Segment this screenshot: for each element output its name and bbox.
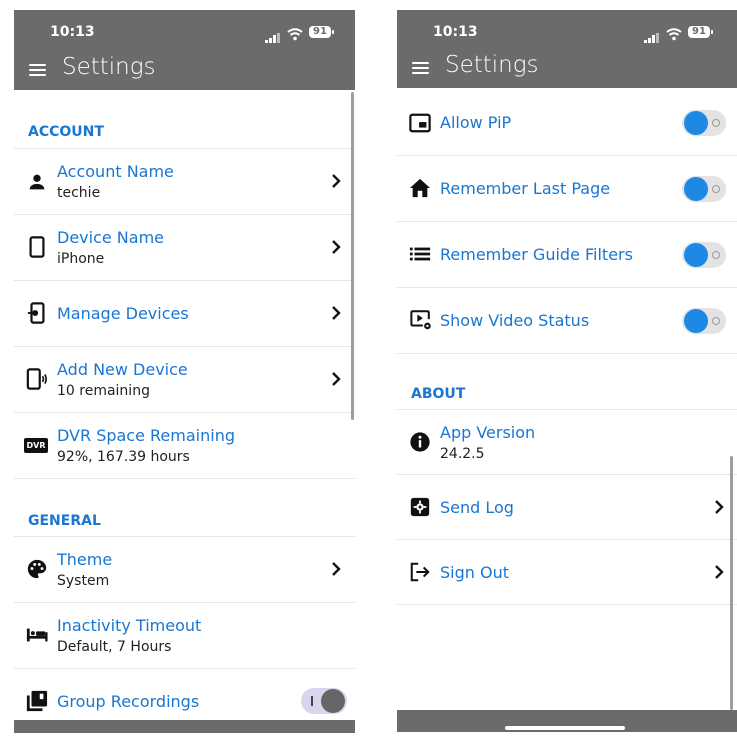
- dvr-space-value: 92%, 167.39 hours: [57, 449, 190, 465]
- bed-icon: [26, 624, 48, 646]
- show-video-status-toggle[interactable]: [682, 308, 726, 334]
- sign-out-label: Sign Out: [440, 563, 509, 582]
- chevron-right-icon: [331, 305, 341, 321]
- allow-pip-label: Allow PiP: [440, 113, 512, 132]
- hamburger-menu-icon[interactable]: [412, 62, 429, 77]
- add-new-device-value: 10 remaining: [57, 383, 150, 399]
- remember-last-page-toggle[interactable]: [682, 176, 726, 202]
- dvr-space-label: DVR Space Remaining: [57, 426, 235, 445]
- smartphone-icon: [26, 236, 48, 258]
- device-name-row[interactable]: Device Name iPhone: [14, 215, 355, 281]
- home-icon: [409, 177, 431, 199]
- allow-pip-row: Allow PiP: [397, 90, 737, 156]
- cellular-signal-icon: [265, 28, 281, 47]
- right-phone-screen: 10:13 91 Settings Allow PiP Remember Las…: [397, 10, 737, 732]
- bottom-bar: [14, 720, 355, 733]
- dvr-space-row: DVR DVR Space Remaining 92%, 167.39 hour…: [14, 413, 355, 479]
- status-time: 10:13: [433, 24, 478, 40]
- theme-label: Theme: [57, 550, 113, 569]
- home-bar: [397, 710, 737, 732]
- chevron-right-icon: [331, 173, 341, 189]
- chevron-right-icon: [331, 239, 341, 255]
- wifi-icon: [666, 26, 682, 45]
- app-version-label: App Version: [440, 423, 536, 442]
- account-name-label: Account Name: [57, 162, 174, 181]
- section-general-heading: GENERAL: [28, 513, 101, 529]
- person-icon: [26, 171, 48, 193]
- theme-value: System: [57, 573, 110, 589]
- chevron-right-icon: [331, 561, 341, 577]
- dvr-icon: DVR: [24, 438, 48, 453]
- home-indicator[interactable]: [505, 726, 625, 730]
- section-account-heading: ACCOUNT: [28, 124, 104, 140]
- phone-settings-icon: [26, 302, 48, 324]
- chevron-right-icon: [714, 564, 724, 580]
- allow-pip-toggle[interactable]: [682, 110, 726, 136]
- scrollbar[interactable]: [730, 456, 733, 710]
- left-phone-screen: 10:13 91 Settings ACCOUNT Account Name t…: [14, 10, 355, 733]
- chevron-right-icon: [331, 371, 341, 387]
- device-name-label: Device Name: [57, 228, 165, 247]
- account-name-row[interactable]: Account Name techie: [14, 149, 355, 215]
- app-header: 10:13 91 Settings: [397, 10, 737, 88]
- group-recordings-toggle[interactable]: [301, 688, 347, 714]
- sign-out-icon: [409, 561, 431, 583]
- palette-icon: [26, 558, 48, 580]
- remember-last-page-row: Remember Last Page: [397, 156, 737, 222]
- video-settings-icon: [409, 309, 433, 331]
- section-about-heading: ABOUT: [411, 386, 466, 402]
- scrollbar[interactable]: [351, 92, 354, 420]
- sign-out-row[interactable]: Sign Out: [397, 540, 737, 605]
- remember-last-page-label: Remember Last Page: [440, 179, 611, 198]
- log-settings-icon: [409, 496, 431, 518]
- send-log-row[interactable]: Send Log: [397, 475, 737, 540]
- device-add-icon: [26, 368, 48, 390]
- send-log-label: Send Log: [440, 498, 514, 517]
- manage-devices-row[interactable]: Manage Devices: [14, 281, 355, 347]
- remember-guide-filters-toggle[interactable]: [682, 242, 726, 268]
- remember-guide-filters-label: Remember Guide Filters: [440, 245, 633, 264]
- inactivity-timeout-label: Inactivity Timeout: [57, 616, 202, 635]
- hamburger-menu-icon[interactable]: [29, 64, 46, 79]
- battery-icon: 91: [309, 26, 334, 38]
- remember-guide-filters-row: Remember Guide Filters: [397, 222, 737, 288]
- show-video-status-row: Show Video Status: [397, 288, 737, 354]
- page-title: Settings: [62, 54, 156, 80]
- status-time: 10:13: [50, 24, 95, 40]
- inactivity-timeout-value: Default, 7 Hours: [57, 639, 172, 655]
- show-video-status-label: Show Video Status: [440, 311, 590, 330]
- account-name-value: techie: [57, 185, 101, 201]
- app-version-value: 24.2.5: [440, 446, 485, 462]
- library-icon: [26, 690, 48, 712]
- cellular-signal-icon: [644, 28, 660, 47]
- page-title: Settings: [445, 52, 539, 78]
- wifi-icon: [287, 26, 303, 45]
- group-recordings-label: Group Recordings: [57, 692, 200, 711]
- manage-devices-label: Manage Devices: [57, 304, 189, 323]
- info-icon: [409, 431, 431, 453]
- app-version-row: App Version 24.2.5: [397, 410, 737, 475]
- list-icon: [409, 243, 431, 265]
- inactivity-timeout-row[interactable]: Inactivity Timeout Default, 7 Hours: [14, 603, 355, 669]
- chevron-right-icon: [714, 499, 724, 515]
- battery-icon: 91: [688, 26, 713, 38]
- app-header: 10:13 91 Settings: [14, 10, 355, 90]
- picture-in-picture-icon: [409, 112, 431, 134]
- add-new-device-row[interactable]: Add New Device 10 remaining: [14, 347, 355, 413]
- device-name-value: iPhone: [57, 251, 105, 267]
- add-new-device-label: Add New Device: [57, 360, 188, 379]
- theme-row[interactable]: Theme System: [14, 537, 355, 603]
